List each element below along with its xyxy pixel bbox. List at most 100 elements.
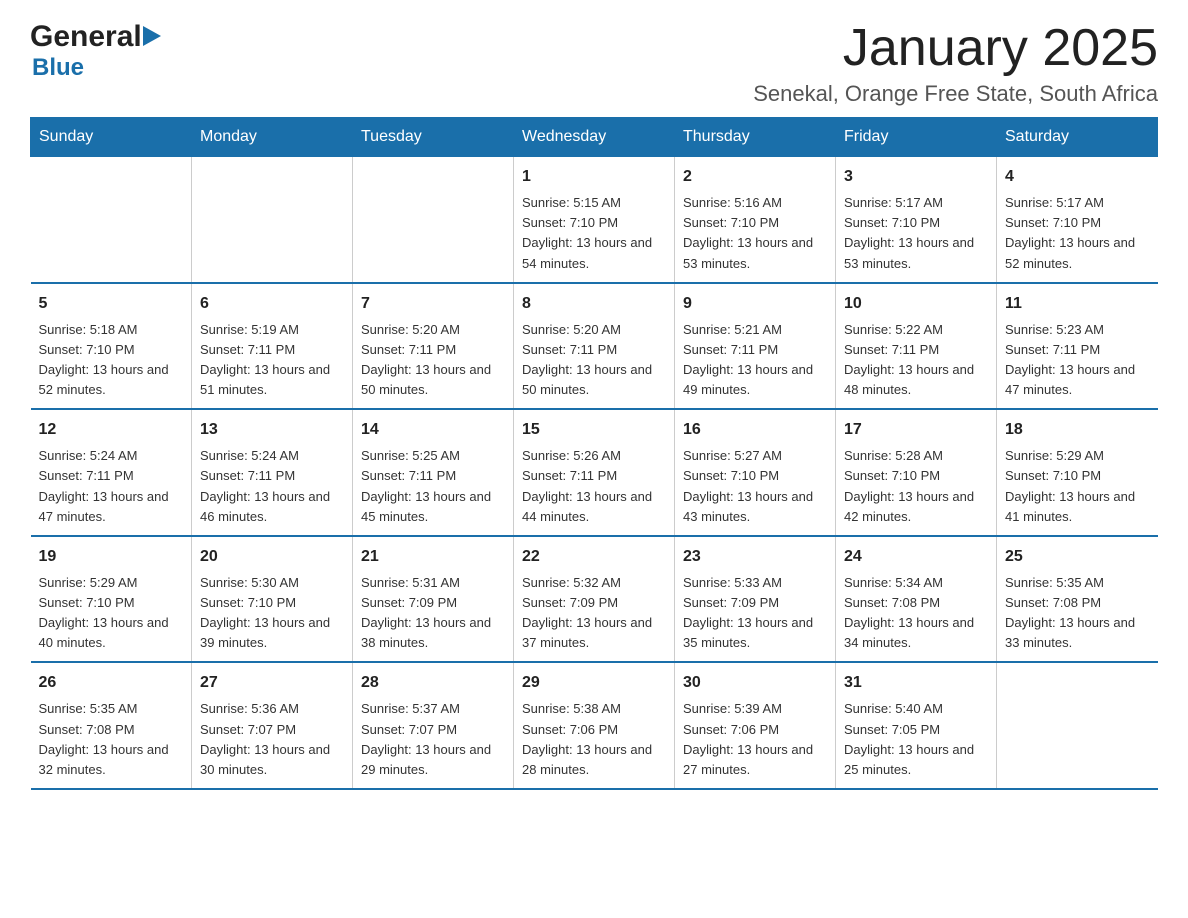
title-block: January 2025 Senekal, Orange Free State,… — [753, 20, 1158, 107]
calendar-cell: 30 Sunrise: 5:39 AMSunset: 7:06 PMDayligh… — [675, 662, 836, 789]
day-number: 4 — [1005, 165, 1150, 189]
calendar-week-row: 19 Sunrise: 5:29 AMSunset: 7:10 PMDayligh… — [31, 536, 1158, 663]
day-info: Sunrise: 5:21 AMSunset: 7:11 PMDaylight:… — [683, 320, 827, 401]
day-number: 18 — [1005, 418, 1150, 442]
day-number: 2 — [683, 165, 827, 189]
day-info: Sunrise: 5:28 AMSunset: 7:10 PMDaylight:… — [844, 446, 988, 527]
calendar-cell: 12 Sunrise: 5:24 AMSunset: 7:11 PMDayligh… — [31, 409, 192, 536]
calendar-cell: 23 Sunrise: 5:33 AMSunset: 7:09 PMDayligh… — [675, 536, 836, 663]
day-header-row: SundayMondayTuesdayWednesdayThursdayFrid… — [31, 118, 1158, 157]
day-info: Sunrise: 5:24 AMSunset: 7:11 PMDaylight:… — [200, 446, 344, 527]
day-info: Sunrise: 5:17 AMSunset: 7:10 PMDaylight:… — [844, 193, 988, 274]
calendar-cell: 24 Sunrise: 5:34 AMSunset: 7:08 PMDayligh… — [836, 536, 997, 663]
day-number: 28 — [361, 671, 505, 695]
day-info: Sunrise: 5:33 AMSunset: 7:09 PMDaylight:… — [683, 573, 827, 654]
calendar-cell — [997, 662, 1158, 789]
day-number: 27 — [200, 671, 344, 695]
logo-triangle-icon — [143, 26, 161, 46]
calendar-cell: 26Sunrise: 5:35 AMSunset: 7:08 PMDayligh… — [31, 662, 192, 789]
day-of-week-header: Saturday — [997, 118, 1158, 157]
day-of-week-header: Wednesday — [514, 118, 675, 157]
day-of-week-header: Friday — [836, 118, 997, 157]
calendar-week-row: 1Sunrise: 5:15 AMSunset: 7:10 PMDaylight… — [31, 157, 1158, 283]
calendar-cell — [192, 157, 353, 283]
calendar-cell: 29 Sunrise: 5:38 AMSunset: 7:06 PMDayligh… — [514, 662, 675, 789]
day-number: 25 — [1005, 545, 1150, 569]
day-number: 21 — [361, 545, 505, 569]
calendar-cell: 27 Sunrise: 5:36 AMSunset: 7:07 PMDayligh… — [192, 662, 353, 789]
day-number: 29 — [522, 671, 666, 695]
day-number: 8 — [522, 292, 666, 316]
day-number: 1 — [522, 165, 666, 189]
day-number: 3 — [844, 165, 988, 189]
day-of-week-header: Sunday — [31, 118, 192, 157]
day-info: Sunrise: 5:32 AMSunset: 7:09 PMDaylight:… — [522, 573, 666, 654]
day-number: 30 — [683, 671, 827, 695]
calendar-cell: 3 Sunrise: 5:17 AMSunset: 7:10 PMDaylight… — [836, 157, 997, 283]
day-number: 19 — [39, 545, 184, 569]
day-info: Sunrise: 5:24 AMSunset: 7:11 PMDaylight:… — [39, 446, 184, 527]
logo: General Blue — [30, 20, 161, 82]
day-info: Sunrise: 5:20 AMSunset: 7:11 PMDaylight:… — [522, 320, 666, 401]
day-number: 22 — [522, 545, 666, 569]
logo-blue-text: Blue — [32, 54, 84, 81]
day-info: Sunrise: 5:35 AMSunset: 7:08 PMDaylight:… — [1005, 573, 1150, 654]
calendar-cell: 17 Sunrise: 5:28 AMSunset: 7:10 PMDayligh… — [836, 409, 997, 536]
day-number: 26 — [39, 671, 184, 695]
day-of-week-header: Tuesday — [353, 118, 514, 157]
location-subtitle: Senekal, Orange Free State, South Africa — [753, 81, 1158, 107]
calendar-header: SundayMondayTuesdayWednesdayThursdayFrid… — [31, 118, 1158, 157]
day-of-week-header: Monday — [192, 118, 353, 157]
day-info: Sunrise: 5:34 AMSunset: 7:08 PMDaylight:… — [844, 573, 988, 654]
day-info: Sunrise: 5:30 AMSunset: 7:10 PMDaylight:… — [200, 573, 344, 654]
calendar-cell: 2Sunrise: 5:16 AMSunset: 7:10 PMDaylight… — [675, 157, 836, 283]
day-info: Sunrise: 5:20 AMSunset: 7:11 PMDaylight:… — [361, 320, 505, 401]
day-info: Sunrise: 5:29 AMSunset: 7:10 PMDaylight:… — [39, 573, 184, 654]
day-info: Sunrise: 5:27 AMSunset: 7:10 PMDaylight:… — [683, 446, 827, 527]
calendar-cell: 25 Sunrise: 5:35 AMSunset: 7:08 PMDayligh… — [997, 536, 1158, 663]
day-number: 7 — [361, 292, 505, 316]
day-info: Sunrise: 5:36 AMSunset: 7:07 PMDaylight:… — [200, 699, 344, 780]
day-info: Sunrise: 5:23 AMSunset: 7:11 PMDaylight:… — [1005, 320, 1150, 401]
day-info: Sunrise: 5:17 AMSunset: 7:10 PMDaylight:… — [1005, 193, 1150, 274]
calendar-cell: 14 Sunrise: 5:25 AMSunset: 7:11 PMDayligh… — [353, 409, 514, 536]
day-info: Sunrise: 5:25 AMSunset: 7:11 PMDaylight:… — [361, 446, 505, 527]
calendar-cell: 8 Sunrise: 5:20 AMSunset: 7:11 PMDaylight… — [514, 283, 675, 410]
calendar-week-row: 12 Sunrise: 5:24 AMSunset: 7:11 PMDayligh… — [31, 409, 1158, 536]
calendar-cell: 31Sunrise: 5:40 AMSunset: 7:05 PMDayligh… — [836, 662, 997, 789]
day-number: 10 — [844, 292, 988, 316]
calendar-cell: 1Sunrise: 5:15 AMSunset: 7:10 PMDaylight… — [514, 157, 675, 283]
day-number: 14 — [361, 418, 505, 442]
day-of-week-header: Thursday — [675, 118, 836, 157]
calendar-cell: 16Sunrise: 5:27 AMSunset: 7:10 PMDayligh… — [675, 409, 836, 536]
calendar-cell: 18Sunrise: 5:29 AMSunset: 7:10 PMDayligh… — [997, 409, 1158, 536]
calendar-cell: 10 Sunrise: 5:22 AMSunset: 7:11 PMDayligh… — [836, 283, 997, 410]
page-header: General Blue January 2025 Senekal, Orang… — [30, 20, 1158, 107]
calendar-cell: 22 Sunrise: 5:32 AMSunset: 7:09 PMDayligh… — [514, 536, 675, 663]
day-info: Sunrise: 5:18 AMSunset: 7:10 PMDaylight:… — [39, 320, 184, 401]
day-number: 23 — [683, 545, 827, 569]
day-number: 12 — [39, 418, 184, 442]
calendar-cell: 20 Sunrise: 5:30 AMSunset: 7:10 PMDayligh… — [192, 536, 353, 663]
logo-general-text: General — [30, 20, 142, 54]
day-info: Sunrise: 5:39 AMSunset: 7:06 PMDaylight:… — [683, 699, 827, 780]
day-number: 9 — [683, 292, 827, 316]
day-number: 31 — [844, 671, 988, 695]
calendar-week-row: 26Sunrise: 5:35 AMSunset: 7:08 PMDayligh… — [31, 662, 1158, 789]
calendar-cell: 7 Sunrise: 5:20 AMSunset: 7:11 PMDaylight… — [353, 283, 514, 410]
calendar-cell: 13Sunrise: 5:24 AMSunset: 7:11 PMDayligh… — [192, 409, 353, 536]
calendar-cell: 28Sunrise: 5:37 AMSunset: 7:07 PMDayligh… — [353, 662, 514, 789]
day-number: 5 — [39, 292, 184, 316]
day-number: 11 — [1005, 292, 1150, 316]
day-number: 17 — [844, 418, 988, 442]
day-info: Sunrise: 5:22 AMSunset: 7:11 PMDaylight:… — [844, 320, 988, 401]
calendar-cell: 19 Sunrise: 5:29 AMSunset: 7:10 PMDayligh… — [31, 536, 192, 663]
day-info: Sunrise: 5:19 AMSunset: 7:11 PMDaylight:… — [200, 320, 344, 401]
calendar-cell: 5 Sunrise: 5:18 AMSunset: 7:10 PMDaylight… — [31, 283, 192, 410]
calendar-cell: 15Sunrise: 5:26 AMSunset: 7:11 PMDayligh… — [514, 409, 675, 536]
day-info: Sunrise: 5:38 AMSunset: 7:06 PMDaylight:… — [522, 699, 666, 780]
day-number: 24 — [844, 545, 988, 569]
day-number: 20 — [200, 545, 344, 569]
month-title: January 2025 — [753, 20, 1158, 77]
calendar-week-row: 5 Sunrise: 5:18 AMSunset: 7:10 PMDaylight… — [31, 283, 1158, 410]
